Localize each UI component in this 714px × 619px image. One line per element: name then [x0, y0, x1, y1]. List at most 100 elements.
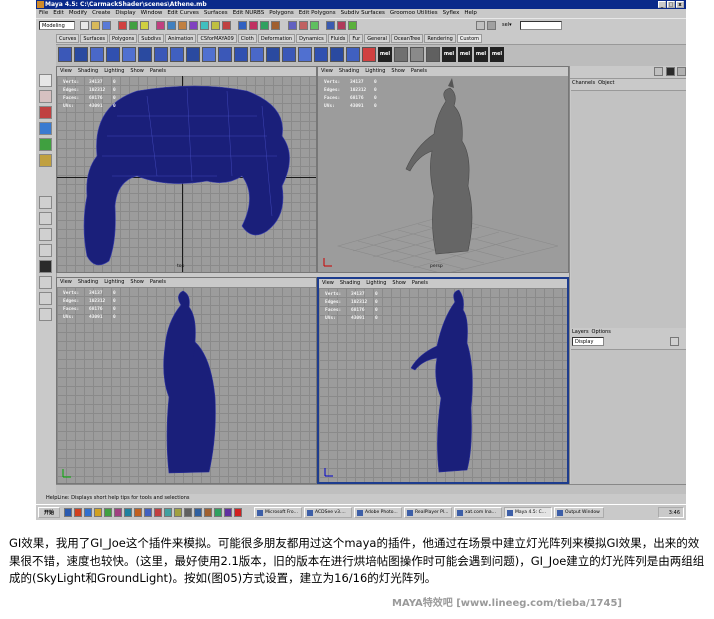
taskbar-button[interactable]: Adobe Photo... [354, 507, 402, 518]
menu-modify[interactable]: Modify [69, 9, 87, 18]
shelf-tab-cloth[interactable]: Cloth [237, 34, 257, 43]
viewport-menu-show[interactable]: Show [130, 67, 144, 76]
mask-rendering-icon[interactable] [222, 21, 231, 30]
menu-groomoo-utilities[interactable]: Groomoo Utilities [390, 9, 438, 18]
close-button[interactable]: x [676, 1, 684, 8]
shelf-polygon-icon[interactable] [314, 47, 328, 62]
select-by-component-icon[interactable] [140, 21, 149, 30]
snap-to-grid-icon[interactable] [238, 21, 247, 30]
render-icon[interactable] [326, 21, 335, 30]
shelf-polygon-icon[interactable] [218, 47, 232, 62]
select-by-object-icon[interactable] [129, 21, 138, 30]
outliner-layout-icon[interactable] [39, 292, 52, 305]
tool-settings-toggle-icon[interactable] [677, 67, 686, 76]
quicklaunch-icon[interactable] [224, 508, 232, 517]
menu-edit-curves[interactable]: Edit Curves [167, 9, 199, 18]
quicklaunch-icon[interactable] [124, 508, 132, 517]
shelf-tool-icon[interactable] [394, 47, 408, 62]
quicklaunch-icon[interactable] [194, 508, 202, 517]
shelf-tab-rendering[interactable]: Rendering [424, 34, 456, 43]
viewport-menu-shading[interactable]: Shading [340, 279, 360, 288]
render-globals-icon[interactable] [348, 21, 357, 30]
snap-to-curve-icon[interactable] [249, 21, 258, 30]
maximize-button[interactable]: □ [667, 1, 675, 8]
viewport-menu-panels[interactable]: Panels [411, 67, 427, 76]
attribute-editor-icon[interactable] [476, 21, 485, 30]
quicklaunch-icon[interactable] [164, 508, 172, 517]
viewport-side[interactable]: View Shading Lighting Show Panels Verts:… [317, 277, 569, 484]
shelf-polygon-icon[interactable] [282, 47, 296, 62]
mask-dynamics-icon[interactable] [211, 21, 220, 30]
quicklaunch-icon[interactable] [174, 508, 182, 517]
viewport-menu-panels[interactable]: Panels [150, 67, 166, 76]
viewport-menu-lighting[interactable]: Lighting [104, 278, 124, 287]
taskbar-button[interactable]: RealPlayer Pl... [404, 507, 452, 518]
hypershade-layout-icon[interactable] [39, 260, 52, 273]
construction-history-icon[interactable] [310, 21, 319, 30]
menu-subdiv-surfaces[interactable]: Subdiv Surfaces [341, 9, 385, 18]
shelf-polygon-icon[interactable] [58, 47, 72, 62]
layer-type-dropdown[interactable]: Display [572, 337, 604, 346]
shelf-tab-oceantree[interactable]: OceanTree [390, 34, 424, 43]
new-layer-icon[interactable] [670, 337, 679, 346]
menu-display[interactable]: Display [115, 9, 135, 18]
viewport-menu-show[interactable]: Show [130, 278, 144, 287]
quicklaunch-icon[interactable] [144, 508, 152, 517]
shelf-polygon-icon[interactable] [74, 47, 88, 62]
menu-polygons[interactable]: Polygons [269, 9, 293, 18]
shelf-mel-button[interactable]: mel [458, 47, 472, 62]
viewport-menu-view[interactable]: View [321, 67, 333, 76]
channel-box-icon[interactable] [487, 21, 496, 30]
shelf-tab-fur[interactable]: Fur [349, 34, 364, 43]
single-perspective-layout-icon[interactable] [39, 196, 52, 209]
menu-edit[interactable]: Edit [53, 9, 64, 18]
viewport-menu-lighting[interactable]: Lighting [366, 279, 386, 288]
new-scene-icon[interactable] [80, 21, 89, 30]
mask-deformations-icon[interactable] [200, 21, 209, 30]
quicklaunch-icon[interactable] [154, 508, 162, 517]
quicklaunch-icon[interactable] [234, 508, 242, 517]
shelf-tab-general[interactable]: General [364, 34, 390, 43]
shelf-polygon-icon[interactable] [154, 47, 168, 62]
shelf-polygon-icon[interactable] [298, 47, 312, 62]
quicklaunch-icon[interactable] [94, 508, 102, 517]
menu-help[interactable]: Help [464, 9, 477, 18]
object-menu[interactable]: Object [598, 79, 614, 88]
options-menu[interactable]: Options [592, 328, 611, 336]
lasso-tool-icon[interactable] [39, 90, 52, 103]
channels-menu[interactable]: Channels [572, 79, 595, 88]
viewport-menu-panels[interactable]: Panels [412, 279, 428, 288]
shelf-polygon-icon[interactable] [90, 47, 104, 62]
layers-menu[interactable]: Layers [572, 328, 589, 336]
viewport-menu-view[interactable]: View [322, 279, 334, 288]
scale-tool-icon[interactable] [39, 138, 52, 151]
menu-create[interactable]: Create [92, 9, 110, 18]
persp-outliner-layout-icon[interactable] [39, 228, 52, 241]
shelf-polygon-icon[interactable] [170, 47, 184, 62]
menu-edit-polygons[interactable]: Edit Polygons [299, 9, 336, 18]
viewport-menu-view[interactable]: View [60, 67, 72, 76]
mask-joints-icon[interactable] [167, 21, 176, 30]
shelf-polygon-icon[interactable] [250, 47, 264, 62]
mask-curves-icon[interactable] [178, 21, 187, 30]
shelf-mel-button[interactable]: mel [442, 47, 456, 62]
shelf-tab-curves[interactable]: Curves [56, 34, 80, 43]
taskbar-button[interactable]: xat.com Ina... [454, 507, 502, 518]
start-button[interactable]: 开始 [38, 507, 60, 518]
minimize-button[interactable]: _ [658, 1, 666, 8]
attribute-editor-toggle-icon[interactable] [654, 67, 663, 76]
shelf-tab-fluids[interactable]: Fluids [327, 34, 349, 43]
viewport-menu-lighting[interactable]: Lighting [365, 67, 385, 76]
quicklaunch-icon[interactable] [104, 508, 112, 517]
shelf-polygon-icon[interactable] [234, 47, 248, 62]
selection-field[interactable] [520, 21, 562, 30]
history-icon[interactable] [288, 21, 297, 30]
taskbar-button[interactable]: Microsoft Fro... [254, 507, 302, 518]
quicklaunch-icon[interactable] [114, 508, 122, 517]
snap-to-view-plane-icon[interactable] [271, 21, 280, 30]
persp-hypershade-layout-icon[interactable] [39, 276, 52, 289]
viewport-menu-panels[interactable]: Panels [150, 278, 166, 287]
viewport-menu-shading[interactable]: Shading [339, 67, 359, 76]
shelf-polygon-icon[interactable] [138, 47, 152, 62]
quicklaunch-icon[interactable] [184, 508, 192, 517]
